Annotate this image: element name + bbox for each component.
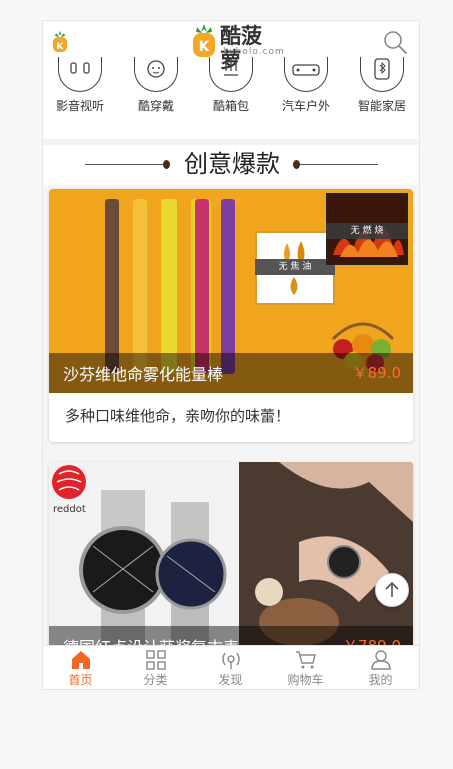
product-image: reddot [49, 462, 413, 662]
category-item-bags[interactable]: 酷箱包 [196, 57, 266, 117]
product-list: 无 焦 油 无 燃 烧 沙芬维他命雾化能量棒 ￥89.0 多种口味维他命，亲吻你… [43, 185, 419, 662]
vape-stick-purple [221, 199, 235, 374]
title-dot-right [293, 160, 300, 169]
bottom-tab-bar: 首页 分类 发现 购物车 我的 [43, 645, 419, 689]
product-name: 沙芬维他命雾化能量棒 [63, 365, 224, 384]
product-price: ￥89.0 [352, 364, 401, 382]
phone-frame: K K 酷菠萝 kubolo.com 影音视听 酷穿戴 酷箱包 汽车户外 智能家… [42, 20, 420, 690]
product-description: 多种口味维他命，亲吻你的味蕾！ [65, 407, 291, 425]
header: K K 酷菠萝 kubolo.com 影音视听 酷穿戴 酷箱包 汽车户外 智能家… [43, 21, 419, 139]
tab-label: 首页 [68, 673, 93, 687]
no-burn-badge: 无 燃 烧 [326, 193, 408, 265]
tab-home[interactable]: 首页 [43, 646, 118, 689]
category-item-smart-home[interactable]: 智能家居 [347, 57, 417, 117]
product-overlay: 沙芬维他命雾化能量棒 ￥89.0 [49, 353, 413, 393]
back-to-top-button[interactable] [375, 573, 409, 607]
radar-icon [222, 652, 240, 669]
cart-icon [296, 651, 316, 669]
no-burn-label: 无 燃 烧 [326, 223, 408, 239]
vape-stick [105, 199, 119, 374]
title-line-left [85, 164, 163, 165]
product-card[interactable]: reddot [49, 462, 413, 662]
section-header: 创意爆款 [43, 145, 419, 185]
arrow-up-icon [385, 581, 399, 597]
category-label: 酷箱包 [212, 99, 249, 113]
tab-label: 发现 [218, 673, 243, 687]
car-icon [284, 57, 328, 92]
no-tar-label: 无 焦 油 [255, 259, 335, 275]
logo-subtext: kubolo.com [223, 47, 285, 57]
app-logo[interactable]: K 酷菠萝 kubolo.com [190, 24, 285, 72]
tab-discover[interactable]: 发现 [193, 646, 268, 689]
category-label: 汽车户外 [281, 99, 330, 113]
category-item-car-outdoor[interactable]: 汽车户外 [271, 57, 341, 117]
pineapple-mini-icon[interactable]: K [51, 31, 69, 53]
user-icon [371, 650, 391, 670]
vape-stick-red [195, 199, 209, 374]
section-title: 创意爆款 [184, 150, 280, 178]
tab-label: 我的 [368, 673, 393, 687]
vape-stick [133, 199, 147, 374]
category-item-wearables[interactable]: 酷穿戴 [121, 57, 191, 117]
category-label: 智能家居 [357, 99, 406, 113]
bag-icon [209, 57, 253, 92]
tab-label: 购物车 [287, 673, 324, 687]
title-line-right [300, 164, 378, 165]
product-image: 无 焦 油 无 燃 烧 沙芬维他命雾化能量棒 ￥89.0 [49, 189, 413, 393]
category-row: 影音视听 酷穿戴 酷箱包 汽车户外 智能家居 [43, 57, 419, 117]
title-dot-left [163, 160, 170, 169]
search-icon[interactable] [383, 30, 407, 54]
vape-stick-yellow [163, 199, 177, 374]
grid-icon [146, 650, 166, 670]
face-icon [134, 57, 178, 92]
no-tar-badge: 无 焦 油 [255, 231, 335, 305]
tab-category[interactable]: 分类 [118, 646, 193, 689]
category-label: 酷穿戴 [137, 99, 174, 113]
svg-text:K: K [199, 39, 211, 55]
bluetooth-icon [360, 57, 404, 92]
product-card[interactable]: 无 焦 油 无 燃 烧 沙芬维他命雾化能量棒 ￥89.0 多种口味维他命，亲吻你… [49, 189, 413, 442]
tab-label: 分类 [143, 673, 168, 687]
svg-text:K: K [57, 42, 65, 52]
tab-profile[interactable]: 我的 [343, 646, 418, 689]
headphones-icon [58, 57, 102, 92]
home-icon [72, 651, 90, 669]
category-label: 影音视听 [55, 99, 104, 113]
pineapple-logo-icon: K [193, 24, 215, 57]
category-item-audio[interactable]: 影音视听 [45, 57, 115, 117]
tab-cart[interactable]: 购物车 [268, 646, 343, 689]
